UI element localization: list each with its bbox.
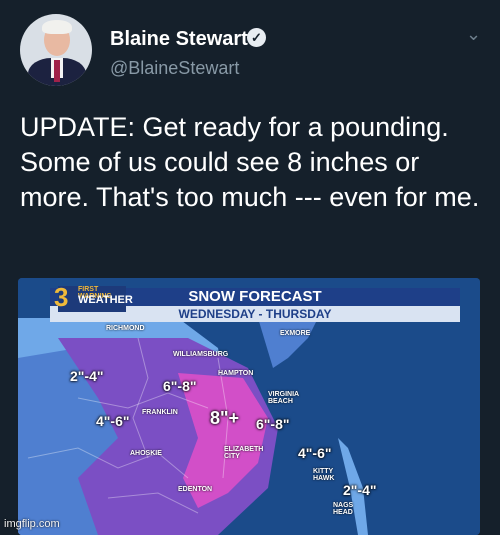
city-williamsburg: WILLIAMSBURG	[173, 351, 229, 358]
snow-forecast-map[interactable]: SNOW FORECAST WEDNESDAY - THURSDAY 3 FIR…	[18, 278, 480, 535]
verified-badge-icon: ✓	[247, 28, 266, 47]
watermark: imgflip.com	[4, 518, 60, 530]
weather-logo: 3 FIRST WARNING WEATHER	[54, 282, 133, 312]
logo-name: WEATHER	[78, 294, 133, 306]
city-edenton: EDENTON	[178, 486, 213, 493]
city-ahoskie: AHOSKIE	[130, 450, 162, 457]
city-exmore: EXMORE	[280, 330, 311, 337]
avatar-hair	[42, 20, 72, 34]
snow-amount-label: 2"-4"	[70, 368, 104, 384]
snow-amount-label: 2"-4"	[343, 482, 377, 498]
city-elizabeth-city: ELIZABETH CITY	[224, 446, 264, 460]
snow-amount-label: 6"-8"	[256, 416, 290, 432]
city-virginia-beach: VIRGINIA BEACH	[268, 391, 299, 405]
avatar[interactable]	[20, 14, 92, 86]
logo-number: 3	[54, 282, 69, 312]
snow-amount-label: 4"-6"	[298, 445, 332, 461]
tweet-text: UPDATE: Get ready for a pounding. Some o…	[20, 112, 480, 212]
chevron-down-icon[interactable]: ⌄	[466, 24, 481, 45]
snow-amount-label: 8"+	[210, 408, 240, 428]
snow-amount-label: 6"-8"	[163, 378, 197, 394]
tweet-card: Blaine Stewart ✓ @BlaineStewart ⌄ UPDATE…	[0, 0, 500, 535]
city-hampton: HAMPTON	[218, 370, 254, 377]
author-handle[interactable]: @BlaineStewart	[110, 58, 239, 79]
avatar-tie	[54, 60, 60, 82]
city-kitty-hawk: KITTY HAWK	[313, 468, 335, 482]
city-richmond: RICHMOND	[106, 325, 145, 332]
snow-amount-label: 4"-6"	[96, 413, 130, 429]
author-name[interactable]: Blaine Stewart	[110, 28, 248, 51]
city-nags-head: NAGS HEAD	[333, 502, 354, 516]
city-franklin: FRANKLIN	[142, 409, 178, 416]
